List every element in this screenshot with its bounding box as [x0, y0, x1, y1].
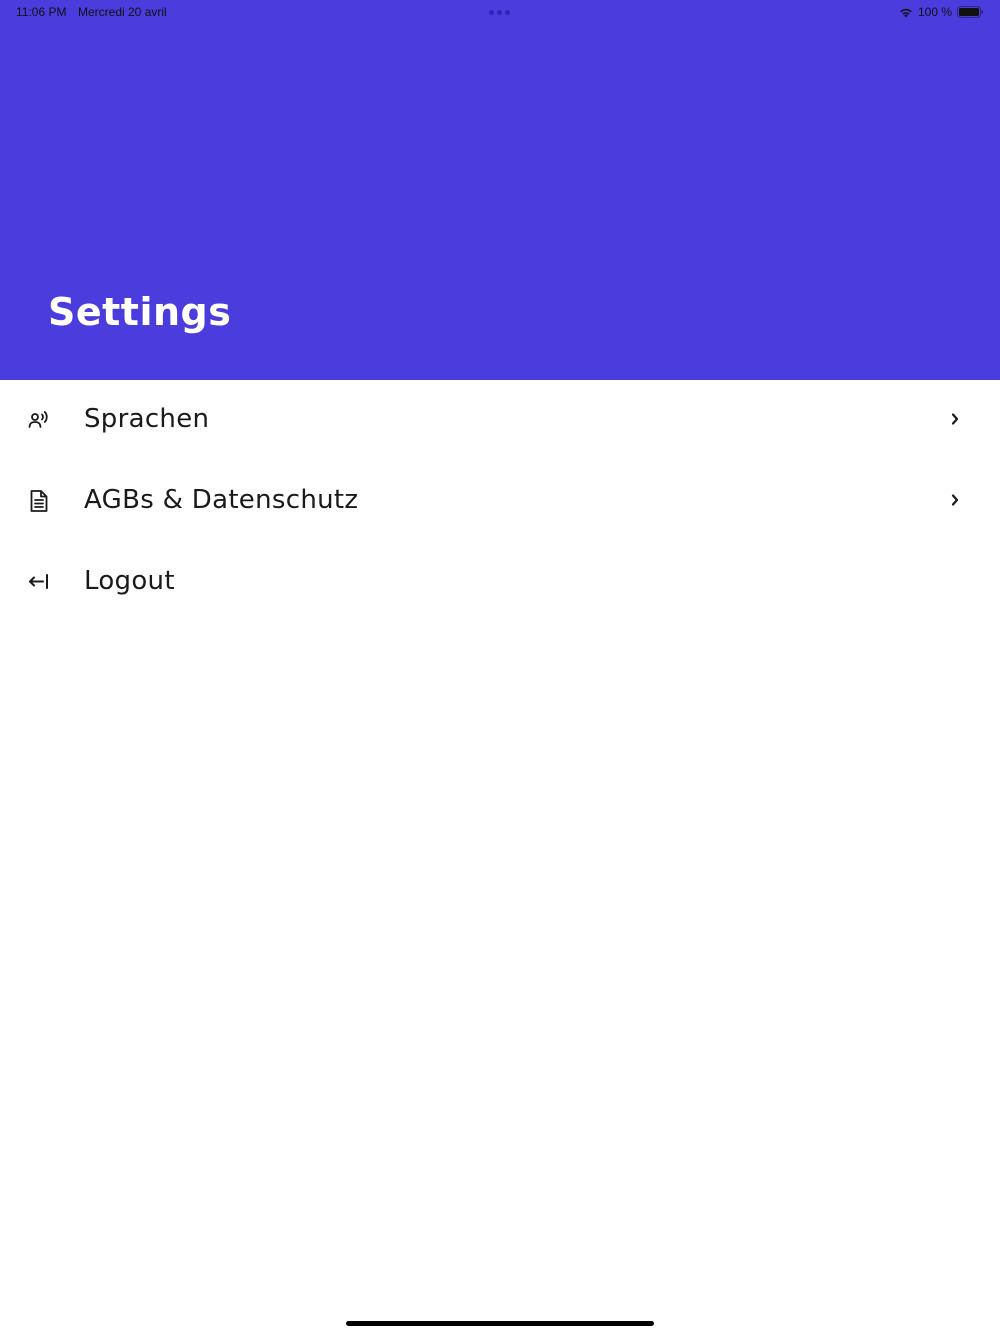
multitasking-dots-icon[interactable]: [489, 10, 513, 16]
battery-icon: [957, 6, 983, 18]
settings-item-label: AGBs & Datenschutz: [84, 485, 359, 515]
chevron-right-icon: [950, 412, 960, 426]
logout-icon: [27, 570, 51, 594]
home-indicator[interactable]: [346, 1321, 654, 1326]
chevron-right-icon: [950, 493, 960, 507]
page-title: Settings: [48, 290, 232, 334]
settings-item-agbs-datenschutz[interactable]: AGBs & Datenschutz: [0, 461, 1000, 542]
settings-item-logout[interactable]: Logout: [0, 542, 1000, 623]
status-time: 11:06 PM: [16, 5, 67, 19]
settings-item-label: Logout: [84, 566, 175, 596]
settings-screen: 11:06 PM Mercredi 20 avril 100 % Setting…: [0, 0, 1000, 1334]
settings-list: Sprachen AGBs & Datenschutz Logout: [0, 380, 1000, 623]
wifi-icon: [900, 8, 912, 17]
status-date: Mercredi 20 avril: [78, 5, 167, 19]
status-indicators: 100 %: [899, 4, 984, 20]
document-icon: [27, 489, 51, 513]
status-bar: 11:06 PM Mercredi 20 avril 100 %: [0, 0, 1000, 24]
header-banner: 11:06 PM Mercredi 20 avril 100 % Setting…: [0, 0, 1000, 380]
settings-item-label: Sprachen: [84, 404, 210, 434]
voice-language-icon: [27, 408, 51, 432]
battery-percentage: 100 %: [917, 5, 952, 19]
settings-item-sprachen[interactable]: Sprachen: [0, 380, 1000, 461]
